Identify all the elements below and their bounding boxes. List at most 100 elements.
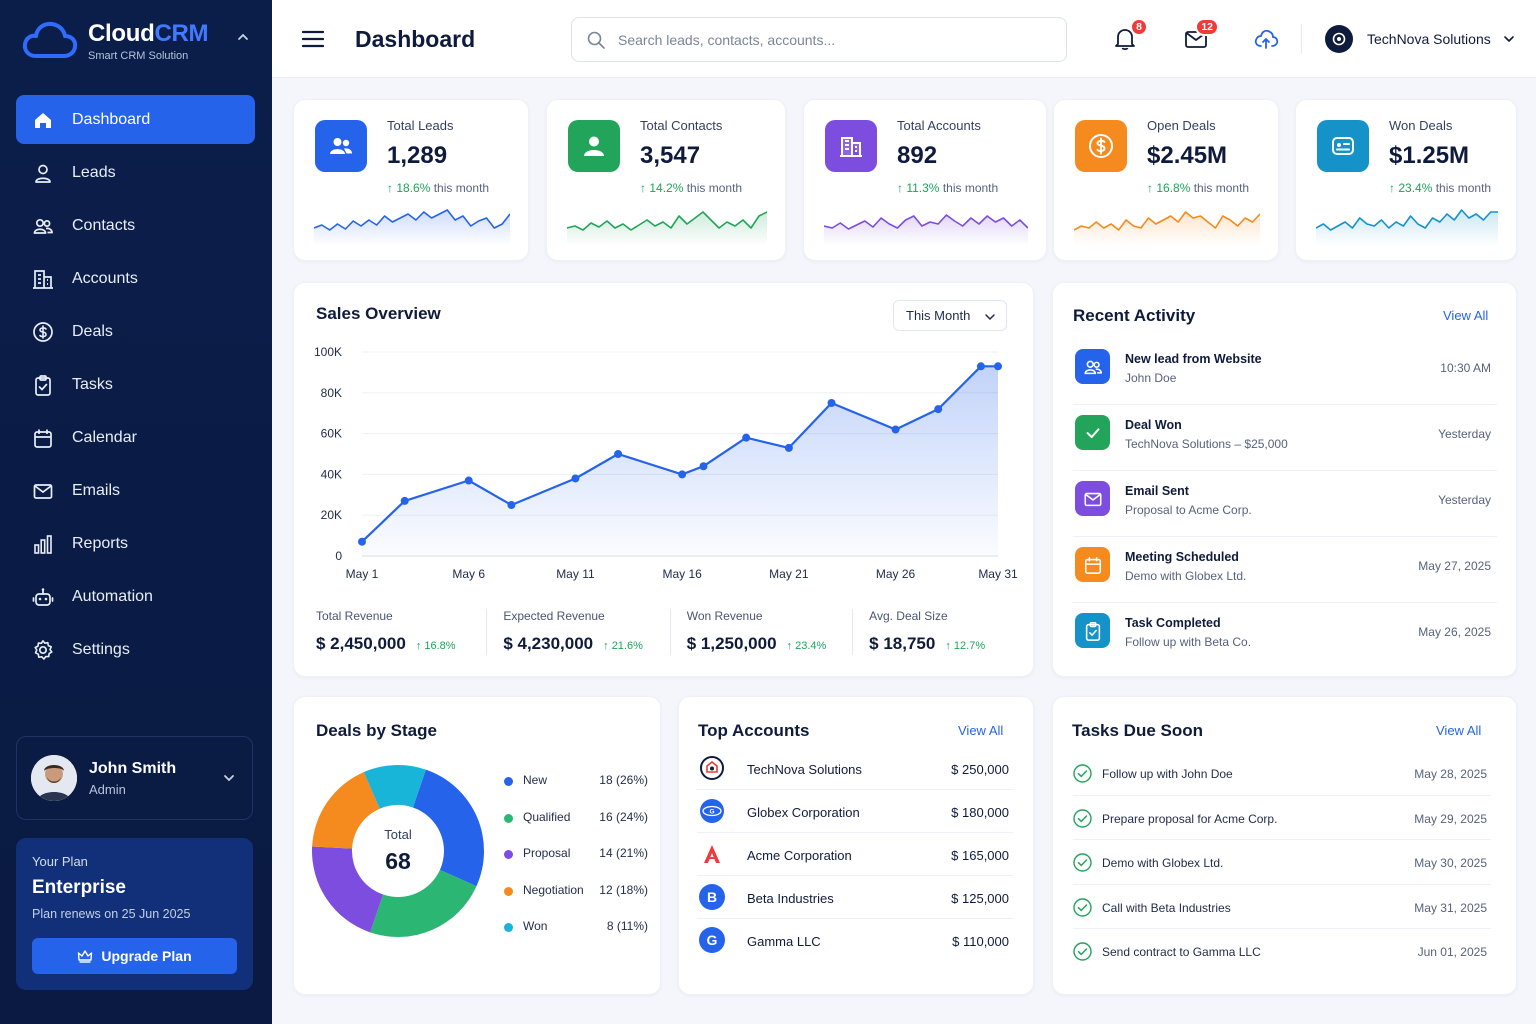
data-point [678,470,687,479]
check-circle-icon[interactable] [1073,808,1092,828]
data-point [699,462,708,471]
sidebar-nav: Dashboard Leads Contacts Accounts Deals Tasks… [16,95,255,678]
sidebar-item-contacts[interactable]: Contacts [16,201,255,250]
sidebar-item-dashboard[interactable]: Dashboard [16,95,255,144]
search-box[interactable] [571,17,1067,62]
account-row[interactable]: G Gamma LLC $ 110,000 [697,919,1013,962]
data-point [976,362,985,371]
legend-dot [504,813,513,823]
kpi-label: Expected Revenue [503,609,605,623]
activity-title: New lead from Website [1125,352,1262,366]
account-row[interactable]: TechNova Solutions $ 250,000 [697,747,1013,790]
activity-subtitle: Proposal to Acme Corp. [1125,503,1252,517]
activity-item[interactable]: Task Completed Follow up with Beta Co. May… [1073,603,1497,669]
check-circle-icon[interactable] [1073,853,1092,872]
account-row[interactable]: B Beta Industries $ 125,000 [697,876,1013,919]
account-value: $ 250,000 [951,762,1009,777]
stat-label: Total Leads [387,118,454,133]
task-row[interactable]: Demo with Globex Ltd. May 30, 2025 [1073,840,1491,885]
stat-change: ↑ 11.3% this month [897,181,999,195]
user-role: Admin [89,781,126,797]
account-row[interactable]: Acme Corporation $ 165,000 [697,833,1013,876]
plan-card: Your Plan Enterprise Plan renews on 25 J… [16,838,253,990]
legend-dot [504,886,513,896]
stat-card-won-deals[interactable]: Won Deals $1.25M ↑ 23.4% this month [1295,99,1517,261]
notifications-button[interactable]: 8 [1112,18,1148,52]
activity-time: 10:30 AM [1440,361,1491,375]
legend-name: Won [523,919,548,933]
task-row[interactable]: Send contract to Gamma LLC Jun 01, 2025 [1073,929,1491,974]
header-divider [1301,24,1302,54]
check-circle-icon[interactable] [1073,942,1092,961]
user-card[interactable]: John Smith Admin [16,736,253,820]
stat-change: ↑ 14.2% this month [640,181,743,195]
cloud-sync-button[interactable] [1253,26,1279,52]
data-point [614,450,623,458]
account-name: Globex Corporation [747,805,860,820]
account-name: Gamma LLC [747,934,821,949]
sidebar-item-reports[interactable]: Reports [16,519,255,568]
account-row[interactable]: G Globex Corporation $ 180,000 [697,790,1013,833]
data-point [400,496,409,505]
activity-item[interactable]: Email Sent Proposal to Acme Corp. Yesterda… [1073,471,1497,537]
activity-list: New lead from Website John Doe 10:30 AM Dea… [1073,339,1497,669]
sidebar-item-emails[interactable]: Emails [16,466,255,515]
kpi-expected-revenue: Expected Revenue $ 4,230,000 ↑ 21.6% [503,609,665,655]
activity-item[interactable]: New lead from Website John Doe 10:30 AM [1073,339,1497,405]
activity-time: May 27, 2025 [1418,559,1491,573]
activity-time: Yesterday [1438,493,1491,507]
menu-icon[interactable] [302,30,324,48]
activity-title: Meeting Scheduled [1125,550,1239,564]
stat-change: ↑ 18.6% this month [387,181,490,195]
messages-button[interactable]: 12 [1183,18,1219,52]
search-input[interactable] [618,31,1038,48]
stat-card-open-deals[interactable]: Open Deals $2.45M ↑ 16.8% this month [1053,99,1279,261]
accounts-view-all-link[interactable]: View All [958,723,1003,738]
legend-dot [504,923,513,932]
task-due-date: May 28, 2025 [1414,767,1487,781]
plan-label: Your Plan [32,854,88,869]
task-row[interactable]: Prepare proposal for Acme Corp. May 29, 2… [1073,796,1491,840]
task-row[interactable]: Follow up with John Doe May 28, 2025 [1073,751,1491,796]
data-point [994,362,1002,371]
chevron-down-icon[interactable] [222,771,236,785]
upgrade-plan-button[interactable]: Upgrade Plan [32,938,237,974]
account-value: $ 165,000 [951,848,1009,863]
sidebar-item-tasks[interactable]: Tasks [16,360,255,409]
chevron-up-icon[interactable] [236,30,250,44]
sidebar-item-leads[interactable]: Leads [16,148,255,197]
sparkline-chart [567,211,767,246]
org-switcher[interactable]: TechNova Solutions [1325,25,1515,53]
data-point [358,537,366,546]
stat-card-total-leads[interactable]: Total Leads 1,289 ↑ 18.6% this month [293,99,529,261]
sales-kpis: Total Revenue $ 2,450,000 ↑ 16.8% Expected … [316,609,1016,655]
check-circle-icon[interactable] [1073,764,1092,783]
kpi-change: ↑ 23.4% [786,640,827,652]
brand[interactable]: CloudCRM Smart CRM Solution [22,20,209,62]
task-name: Prepare proposal for Acme Corp. [1102,811,1278,826]
sidebar-item-automation[interactable]: Automation [16,572,255,621]
stat-card-total-contacts[interactable]: Total Contacts 3,547 ↑ 14.2% this month [546,99,786,261]
task-due-date: May 29, 2025 [1414,811,1487,826]
y-tick-label: 100K [314,345,342,359]
activity-item[interactable]: Deal Won TechNova Solutions – $25,000 Yest… [1073,405,1497,471]
sidebar-item-calendar[interactable]: Calendar [16,413,255,462]
legend-value: 12 (18%) [599,882,648,897]
tasks-view-all-link[interactable]: View All [1436,723,1481,738]
sidebar-item-accounts[interactable]: Accounts [16,254,255,303]
sidebar-item-deals[interactable]: Deals [16,307,255,356]
period-select[interactable]: This Month [893,300,1007,331]
kpi-change: ↑ 21.6% [603,640,643,652]
check-circle-icon[interactable] [1073,897,1092,917]
user-icon [568,120,620,172]
sidebar-item-settings[interactable]: Settings [16,625,255,674]
messages-badge: 12 [1195,18,1219,36]
task-due-date: May 31, 2025 [1414,900,1487,915]
activity-item[interactable]: Meeting Scheduled Demo with Globex Ltd. Ma… [1073,537,1497,603]
task-row[interactable]: Call with Beta Industries May 31, 2025 [1073,885,1491,929]
stat-card-total-accounts[interactable]: Total Accounts 892 ↑ 11.3% this month [803,99,1047,261]
legend-name: Qualified [523,809,571,824]
stat-change: ↑ 23.4% this month [1389,181,1492,195]
activity-view-all-link[interactable]: View All [1443,308,1488,323]
legend-value: 8 (11%) [606,919,648,933]
